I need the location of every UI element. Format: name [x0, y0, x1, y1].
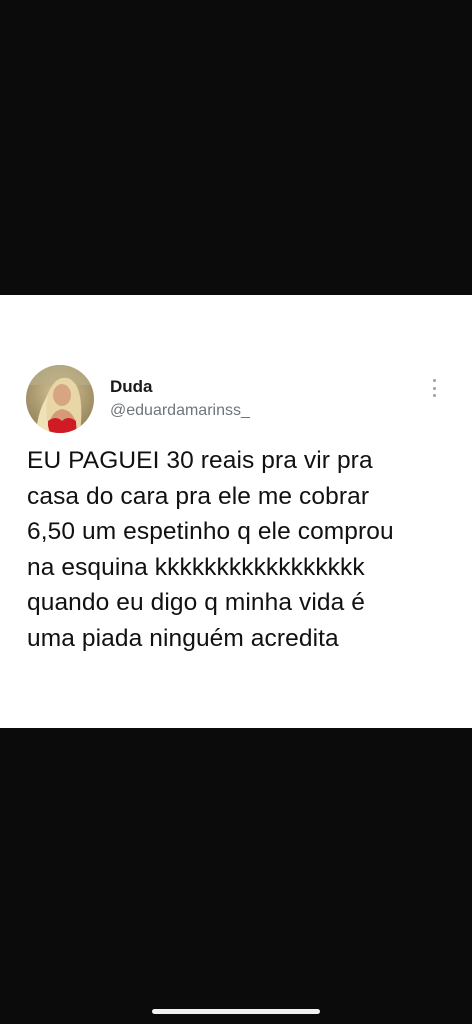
more-vertical-icon: [432, 379, 436, 382]
more-vertical-icon-dot: [432, 394, 436, 397]
display-name[interactable]: Duda: [110, 377, 153, 397]
avatar[interactable]: [26, 365, 94, 433]
more-vertical-icon-dot: [432, 386, 436, 390]
home-indicator[interactable]: [152, 1009, 320, 1014]
tweet-text: EU PAGUEI 30 reais pra vir pra casa do c…: [27, 447, 394, 652]
user-handle[interactable]: @eduardamarinss_: [110, 402, 250, 420]
avatar-photo: [26, 365, 94, 433]
tweet-card[interactable]: Duda @eduardamarinss_ EU PAGUEI 30 reais…: [0, 295, 472, 728]
more-options-button[interactable]: [425, 377, 443, 399]
